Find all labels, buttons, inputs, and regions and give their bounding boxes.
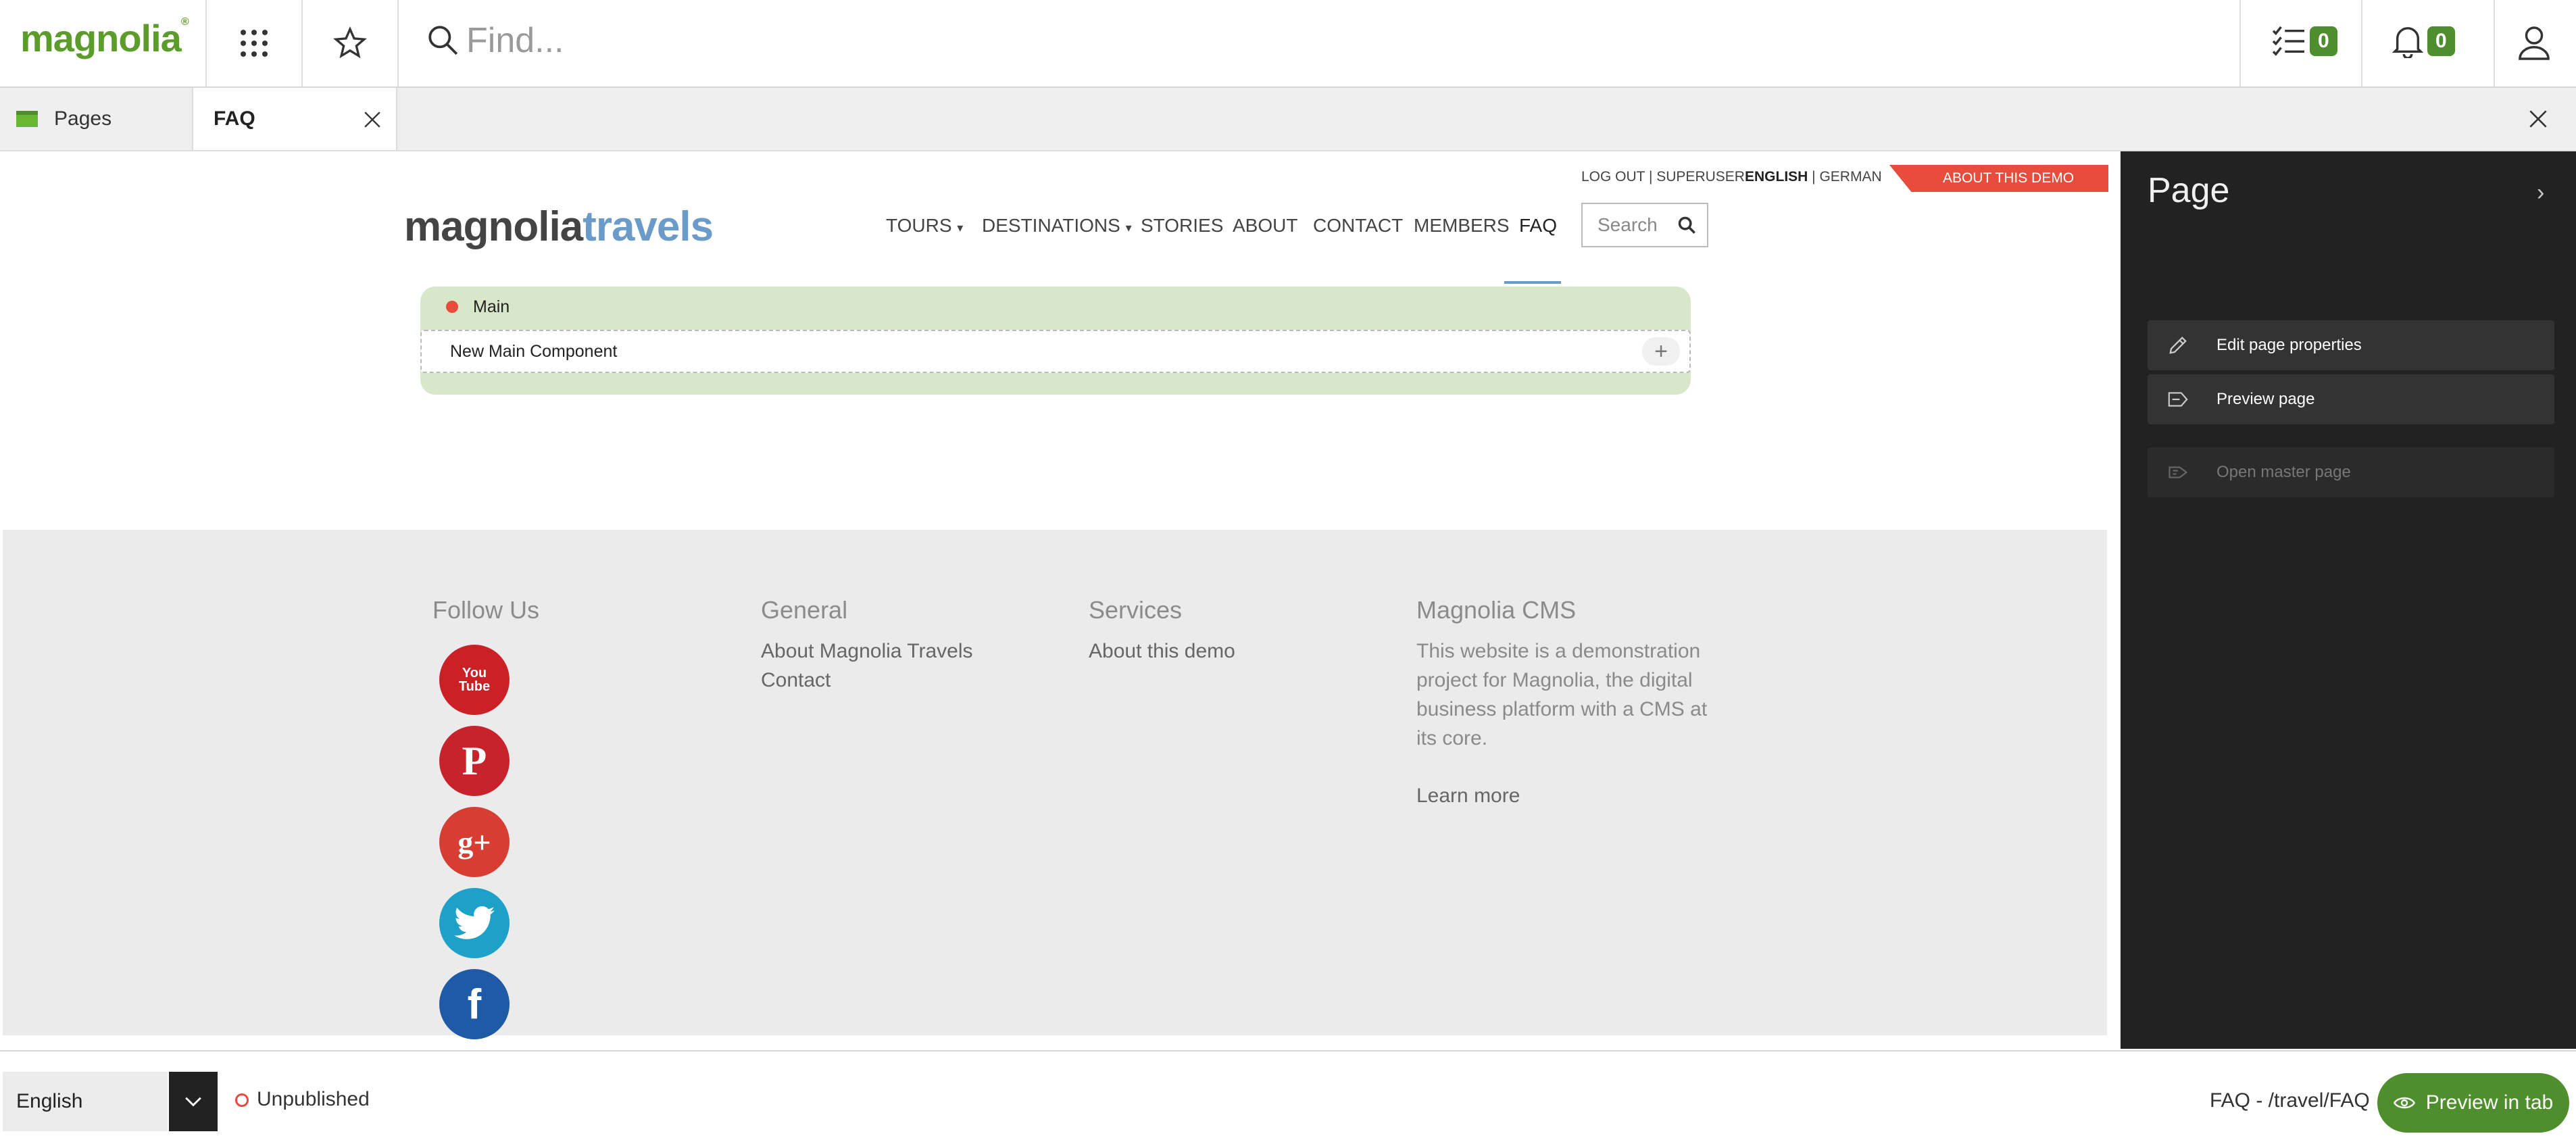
divider	[2494, 0, 2495, 86]
eye-icon	[2393, 1097, 2415, 1109]
divider	[301, 0, 303, 86]
global-search-input[interactable]: Find...	[466, 20, 564, 61]
tab-pages[interactable]: Pages	[0, 88, 193, 150]
app-launcher-icon[interactable]	[227, 16, 281, 70]
tab-faq[interactable]: FAQ	[193, 88, 397, 150]
area-status-dot	[446, 301, 458, 313]
footer-general-heading: General	[761, 596, 848, 624]
nav-destinations[interactable]: DESTINATIONS ▾	[982, 215, 1132, 237]
divider	[205, 0, 207, 86]
magnolia-travels-logo[interactable]: magnoliatravels	[404, 203, 714, 251]
pages-app-icon	[16, 111, 38, 127]
action-label: Preview page	[2216, 390, 2315, 408]
bottom-bar: English Unpublished FAQ - /travel/FAQ Pr…	[0, 1050, 2576, 1138]
add-component-icon[interactable]: +	[1642, 337, 1680, 366]
logout-link[interactable]: LOG OUT | SUPERUSER	[1581, 169, 1745, 185]
notifications-count-badge: 0	[2427, 26, 2455, 56]
panel-title: Page	[2148, 171, 2230, 210]
magnolia-logo[interactable]: magnolia®	[20, 16, 189, 60]
lang-german-link[interactable]: GERMAN	[1819, 169, 1881, 184]
divider	[2361, 0, 2362, 86]
divider	[397, 0, 399, 86]
user-profile-icon[interactable]	[2507, 16, 2561, 70]
notifications-button[interactable]: 0	[2392, 24, 2455, 58]
footer-follow-heading: Follow Us	[432, 596, 540, 624]
nav-tours[interactable]: TOURS ▾	[886, 215, 963, 237]
footer-about-travels-link[interactable]: About Magnolia Travels	[761, 637, 973, 666]
master-page-icon	[2169, 466, 2188, 478]
tasks-button[interactable]: 0	[2272, 26, 2337, 57]
favorites-star-icon[interactable]	[323, 16, 377, 70]
google-plus-icon[interactable]: g+	[439, 807, 510, 877]
top-bar: magnolia® Find... 0 0	[0, 0, 2576, 88]
new-component-label: New Main Component	[450, 341, 618, 361]
action-label: Open master page	[2216, 463, 2351, 481]
nav-about[interactable]: ABOUT	[1233, 215, 1297, 237]
language-dropdown-button[interactable]	[169, 1072, 218, 1131]
nav-active-indicator	[1504, 281, 1561, 284]
language-switcher: ENGLISH | GERMAN	[1745, 169, 1882, 185]
page-editor-canvas: LOG OUT | SUPERUSER ENGLISH | GERMAN ABO…	[0, 151, 2121, 1049]
tab-label: Pages	[54, 107, 112, 130]
action-label: Edit page properties	[2216, 336, 2362, 354]
preview-page-action[interactable]: Preview page	[2148, 374, 2554, 424]
about-demo-label: ABOUT THIS DEMO	[1942, 170, 2075, 186]
about-demo-banner[interactable]: ABOUT THIS DEMO	[1889, 165, 2108, 192]
publication-status: Unpublished	[257, 1088, 370, 1110]
site-footer: Follow Us General Services Magnolia CMS …	[3, 530, 2107, 1039]
site-search-box[interactable]: Search	[1581, 203, 1708, 247]
youtube-icon[interactable]: You Tube	[439, 645, 510, 715]
language-select-value: English	[16, 1090, 83, 1112]
lang-english-link[interactable]: ENGLISH	[1745, 169, 1808, 184]
twitter-icon[interactable]	[439, 888, 510, 958]
site-search-input[interactable]: Search	[1597, 214, 1677, 236]
chevron-down-icon	[185, 1097, 201, 1107]
preview-in-tab-button[interactable]: Preview in tab	[2377, 1073, 2569, 1133]
close-all-tabs-icon[interactable]	[2529, 109, 2548, 128]
tab-label: FAQ	[214, 107, 255, 130]
tab-bar: Pages FAQ	[0, 88, 2576, 151]
bell-icon	[2392, 27, 2423, 58]
collapse-panel-chevron-icon[interactable]: ›	[2537, 180, 2544, 206]
footer-contact-link[interactable]: Contact	[761, 666, 831, 695]
site-search-icon[interactable]	[1677, 216, 1696, 234]
lang-separator: |	[1808, 169, 1820, 184]
tasks-checklist-icon	[2272, 26, 2304, 56]
unpublished-status-icon	[235, 1093, 249, 1107]
close-tab-icon[interactable]	[364, 111, 381, 128]
preview-button-label: Preview in tab	[2425, 1091, 2554, 1114]
new-component-placeholder[interactable]: New Main Component +	[420, 330, 1691, 373]
edit-page-properties-action[interactable]: Edit page properties	[2148, 320, 2554, 370]
footer-about-demo-link[interactable]: About this demo	[1089, 637, 1235, 666]
pinterest-icon[interactable]: P	[439, 726, 510, 796]
footer-services-heading: Services	[1089, 596, 1183, 624]
open-master-page-action[interactable]: Open master page	[2148, 447, 2554, 497]
page-path: FAQ - /travel/FAQ	[2210, 1089, 2370, 1112]
facebook-icon[interactable]: f	[439, 969, 510, 1039]
language-select[interactable]: English	[3, 1072, 168, 1131]
nav-faq[interactable]: FAQ	[1519, 215, 1557, 237]
pencil-icon	[2169, 337, 2187, 354]
action-panel: Page › Edit page properties Preview page…	[2121, 151, 2576, 1049]
nav-stories[interactable]: STORIES	[1141, 215, 1223, 237]
preview-tag-icon	[2168, 392, 2188, 407]
nav-contact[interactable]: CONTACT	[1313, 215, 1403, 237]
nav-members[interactable]: MEMBERS	[1414, 215, 1510, 237]
area-label: Main	[473, 297, 510, 316]
footer-cms-description: This website is a demonstration project …	[1416, 640, 1708, 749]
divider	[2239, 0, 2241, 86]
footer-cms-heading: Magnolia CMS	[1416, 596, 1577, 624]
search-icon	[426, 23, 460, 60]
footer-learn-more-link[interactable]: Learn more	[1416, 781, 1520, 810]
tasks-count-badge: 0	[2310, 26, 2337, 56]
